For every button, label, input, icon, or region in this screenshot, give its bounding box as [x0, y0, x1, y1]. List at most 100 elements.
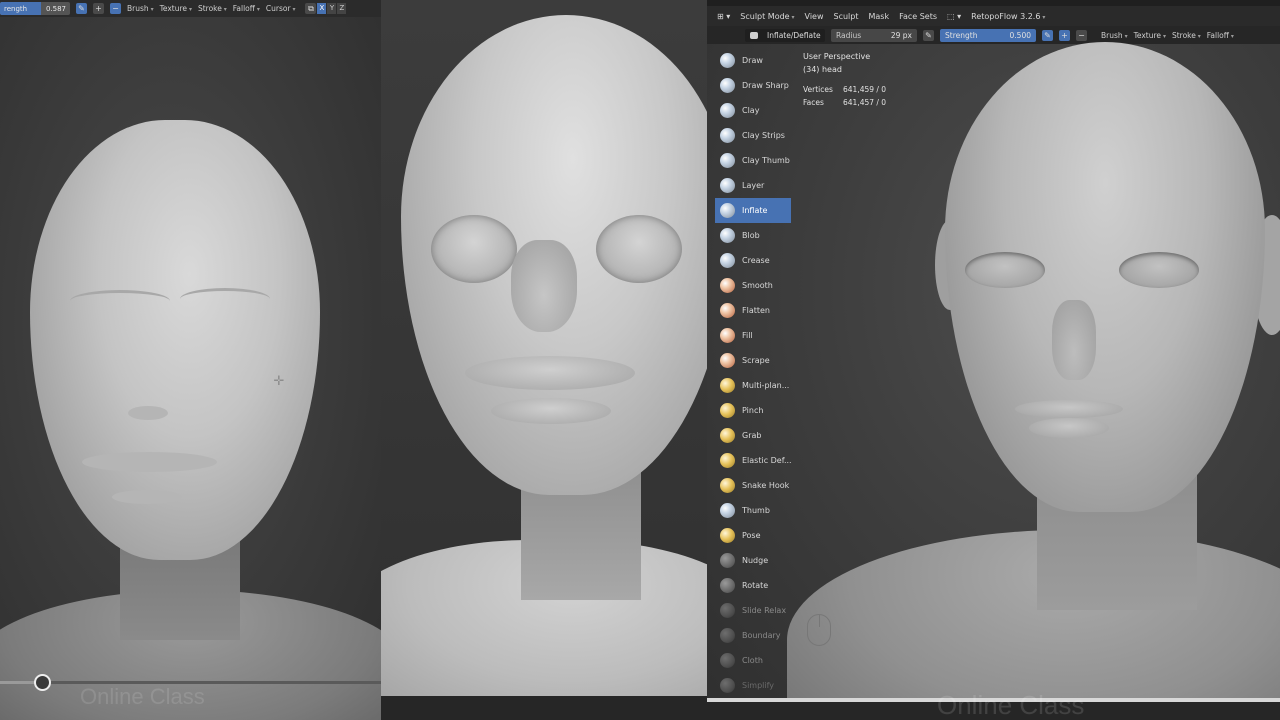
thumb-brush-icon — [720, 503, 735, 518]
cursor-menu[interactable]: Cursor — [266, 4, 296, 13]
vertices-value: 641,459 / 0 — [843, 85, 887, 94]
tool-label: Clay Strips — [742, 131, 785, 140]
smooth-brush-icon — [720, 278, 735, 293]
direction-subtract-icon[interactable]: − — [1076, 29, 1087, 41]
tool-label: Nudge — [742, 556, 769, 565]
tool-label: Simplify — [742, 681, 775, 690]
pressure-pen-icon[interactable]: ✎ — [76, 3, 87, 14]
pinch-brush-icon — [720, 403, 735, 418]
mouth-left — [82, 452, 217, 472]
mask-menu[interactable]: Mask — [868, 12, 889, 21]
texture-menu-right[interactable]: Texture — [1134, 31, 1166, 40]
subtract-icon[interactable]: − — [110, 3, 121, 14]
scene-statistics: Vertices 641,459 / 0 Faces 641,457 / 0 — [803, 83, 886, 109]
tool-draw[interactable]: Draw — [715, 48, 791, 73]
mirror-icon[interactable]: ⧉ — [305, 3, 317, 14]
tool-pose[interactable]: Pose — [715, 523, 791, 548]
mode-selector[interactable]: Sculpt Mode — [740, 12, 794, 21]
middle-viewport[interactable] — [381, 0, 707, 720]
timeline-handle[interactable] — [34, 674, 51, 691]
tool-clay[interactable]: Clay — [715, 98, 791, 123]
radius-field[interactable]: Radius 29 px — [831, 28, 917, 42]
lower-lip-middle — [491, 398, 611, 424]
brow-left — [70, 290, 170, 312]
tool-settings-bar: Inflate/Deflate Radius 29 px ✎ Strength … — [707, 26, 1280, 44]
axis-y-toggle[interactable]: Y — [327, 3, 337, 14]
strength-field[interactable]: Strength 0.500 — [940, 28, 1036, 42]
tool-elastic-def[interactable]: Elastic Def... — [715, 448, 792, 473]
strength-slider[interactable]: rength 0.587 — [0, 2, 70, 15]
tool-label: Thumb — [742, 506, 770, 515]
tool-grab[interactable]: Grab — [715, 423, 791, 448]
tool-label: Multi-plan... — [742, 381, 790, 390]
tool-label: Blob — [742, 231, 760, 240]
brush-icon — [750, 31, 758, 39]
tool-crease[interactable]: Crease — [715, 248, 791, 273]
faces-label: Faces — [803, 98, 824, 107]
stroke-menu[interactable]: Stroke — [198, 4, 227, 13]
retopoflow-icon[interactable]: ⬚ ▾ — [947, 12, 961, 21]
tool-simplify[interactable]: Simplify — [715, 673, 791, 698]
axis-z-toggle[interactable]: Z — [337, 3, 347, 14]
tool-label: Grab — [742, 431, 762, 440]
tool-inflate[interactable]: Inflate — [715, 198, 791, 223]
right-viewport[interactable]: ⊞ ▾ Sculpt Mode View Sculpt Mask Face Se… — [707, 0, 1280, 720]
radius-pressure-icon[interactable]: ✎ — [923, 29, 934, 41]
upper-lip-right-panel — [1015, 400, 1123, 418]
tool-draw-sharp[interactable]: Draw Sharp — [715, 73, 791, 98]
tool-nudge[interactable]: Nudge — [715, 548, 791, 573]
tool-label: Rotate — [742, 581, 769, 590]
falloff-menu-right[interactable]: Falloff — [1207, 31, 1234, 40]
tool-snake-hook[interactable]: Snake Hook — [715, 473, 791, 498]
clay-brush-icon — [720, 103, 735, 118]
viewport-header: ⊞ ▾ Sculpt Mode View Sculpt Mask Face Se… — [707, 6, 1280, 26]
strength-pressure-icon[interactable]: ✎ — [1042, 29, 1053, 41]
tool-label: Snake Hook — [742, 481, 790, 490]
tool-smooth[interactable]: Smooth — [715, 273, 791, 298]
symmetry-group: ⧉ X Y Z — [305, 3, 347, 14]
sculpt-menu[interactable]: Sculpt — [834, 12, 859, 21]
crease-brush-icon — [720, 253, 735, 268]
left-viewport[interactable]: rength 0.587 ✎ + − Brush Texture Stroke … — [0, 0, 381, 720]
face-sets-menu[interactable]: Face Sets — [899, 12, 937, 21]
simplify-brush-icon — [720, 678, 735, 693]
tool-slide-relax[interactable]: Slide Relax — [715, 598, 791, 623]
tool-flatten[interactable]: Flatten — [715, 298, 791, 323]
brush-menu[interactable]: Brush — [127, 4, 154, 13]
tool-fill[interactable]: Fill — [715, 323, 791, 348]
falloff-menu[interactable]: Falloff — [233, 4, 260, 13]
nose-tip-left — [128, 406, 168, 420]
brush-menu-right[interactable]: Brush — [1101, 31, 1128, 40]
direction-add-icon[interactable]: + — [1059, 29, 1070, 41]
tool-thumb[interactable]: Thumb — [715, 498, 791, 523]
tool-label: Draw — [742, 56, 763, 65]
tool-scrape[interactable]: Scrape — [715, 348, 791, 373]
stroke-menu-right[interactable]: Stroke — [1172, 31, 1201, 40]
tool-blob[interactable]: Blob — [715, 223, 791, 248]
eye-socket-right-middle — [596, 215, 682, 283]
tool-clay-thumb[interactable]: Clay Thumb — [715, 148, 791, 173]
view-menu[interactable]: View — [805, 12, 824, 21]
tool-boundary[interactable]: Boundary — [715, 623, 791, 648]
tool-multi-plan[interactable]: Multi-plan... — [715, 373, 791, 398]
nudge-brush-icon — [720, 553, 735, 568]
add-icon[interactable]: + — [93, 3, 104, 14]
brush-selector[interactable]: Inflate/Deflate — [745, 28, 825, 42]
tool-label: Draw Sharp — [742, 81, 789, 90]
texture-menu[interactable]: Texture — [160, 4, 192, 13]
middle-bottom-bar — [381, 696, 707, 720]
perspective-label: User Perspective — [803, 52, 871, 61]
tool-rotate[interactable]: Rotate — [715, 573, 791, 598]
retopoflow-menu[interactable]: RetopoFlow 3.2.6 — [971, 12, 1045, 21]
nose-middle — [511, 240, 577, 332]
tool-cloth[interactable]: Cloth — [715, 648, 791, 673]
axis-x-toggle[interactable]: X — [317, 3, 327, 14]
fill-brush-icon — [720, 328, 735, 343]
tool-clay-strips[interactable]: Clay Strips — [715, 123, 791, 148]
tool-pinch[interactable]: Pinch — [715, 398, 791, 423]
tool-layer[interactable]: Layer — [715, 173, 791, 198]
radius-value: 29 px — [890, 30, 912, 40]
blob-brush-icon — [720, 228, 735, 243]
strength-value: 0.587 — [45, 4, 66, 13]
editor-type-icon[interactable]: ⊞ ▾ — [717, 12, 730, 21]
